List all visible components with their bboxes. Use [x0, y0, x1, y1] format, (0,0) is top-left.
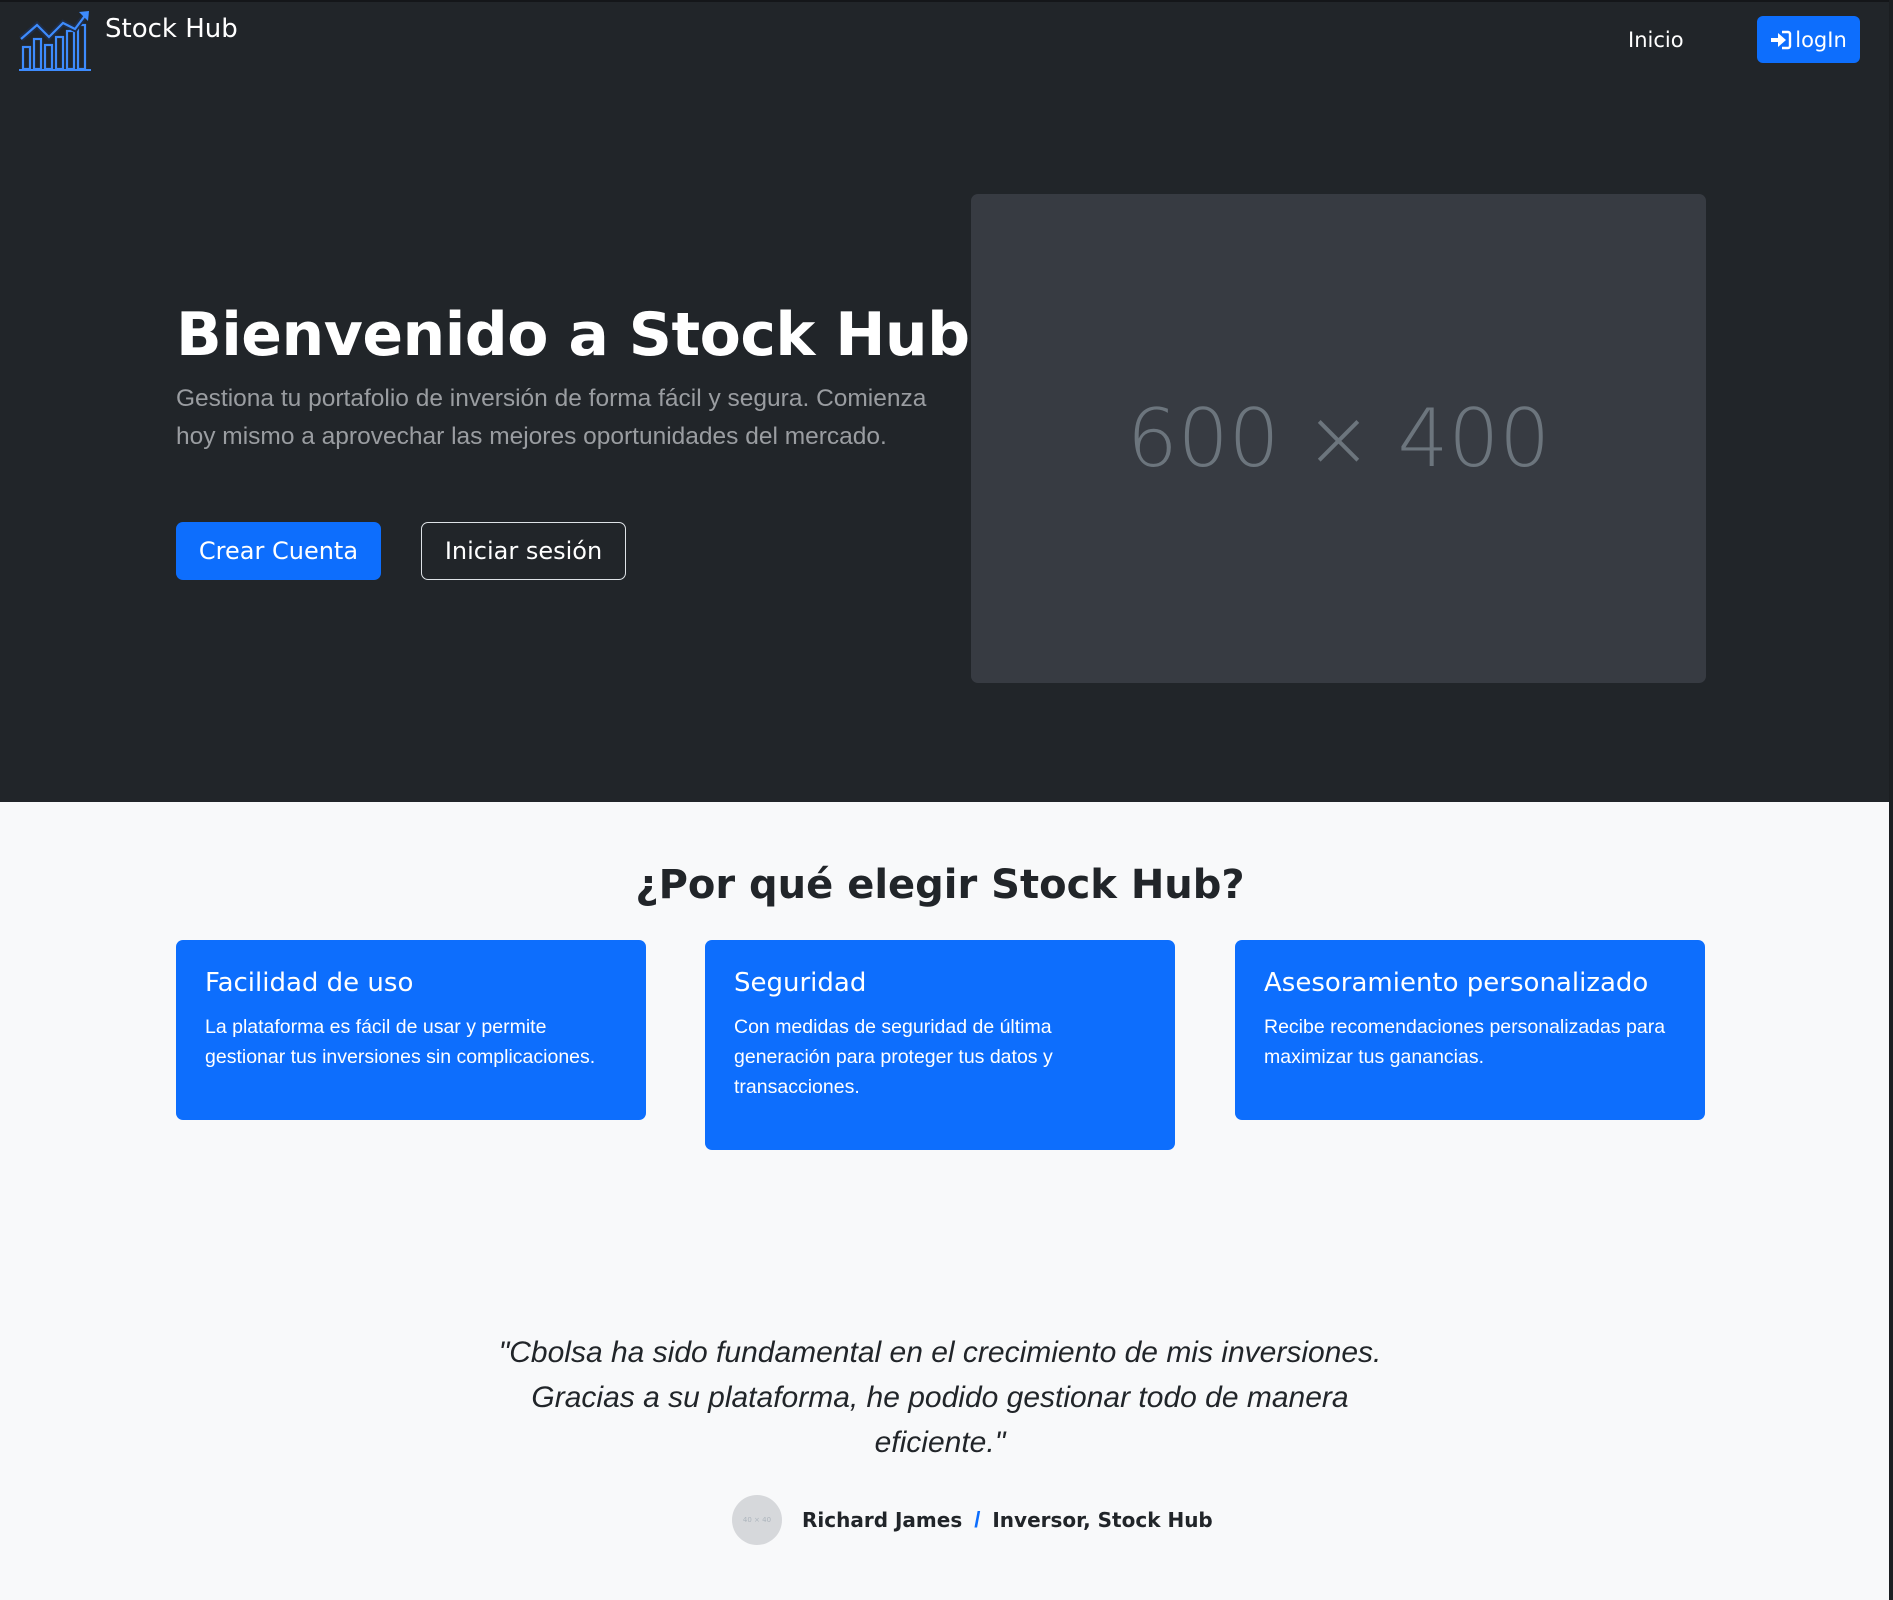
testimonial-author: 40 × 40 Richard James / Inversor, Stock … — [732, 1495, 1213, 1545]
hero-image-placeholder: 600 × 400 — [971, 194, 1706, 683]
feature-card-text: La plataforma es fácil de usar y permite… — [205, 1016, 596, 1068]
hero-section: Stock Hub Inicio logIn Bienvenido a Stoc… — [0, 0, 1889, 802]
author-name: Richard James — [802, 1508, 963, 1532]
hero-title: Bienvenido a Stock Hub — [176, 300, 970, 370]
avatar-placeholder-label: 40 × 40 — [742, 1516, 772, 1524]
window-edge — [1889, 0, 1893, 1600]
feature-card-security: Seguridad Con medidas de seguridad de úl… — [705, 940, 1175, 1150]
sign-in-icon — [1771, 30, 1792, 49]
create-account-button[interactable]: Crear Cuenta — [176, 522, 381, 580]
sign-in-button[interactable]: Iniciar sesión — [421, 522, 626, 580]
feature-card-title: Facilidad de uso — [205, 968, 414, 998]
features-section: ¿Por qué elegir Stock Hub? Facilidad de … — [0, 802, 1889, 1600]
features-title: ¿Por qué elegir Stock Hub? — [635, 862, 1245, 908]
feature-card-title: Seguridad — [734, 968, 867, 998]
stock-chart-logo-icon — [19, 9, 91, 73]
nav-link-inicio[interactable]: Inicio — [1628, 28, 1684, 52]
author-role: Inversor, Stock Hub — [992, 1508, 1213, 1532]
testimonial-quote: "Cbolsa ha sido fundamental en el crecim… — [498, 1336, 1382, 1459]
avatar: 40 × 40 — [732, 1495, 782, 1545]
feature-card-personal-advice: Asesoramiento personalizado Recibe recom… — [1235, 940, 1705, 1120]
placeholder-label: 600 × 400 — [1126, 392, 1551, 485]
feature-card-text: Recibe recomendaciones personalizadas pa… — [1264, 1016, 1666, 1068]
feature-card-title: Asesoramiento personalizado — [1264, 968, 1649, 998]
login-button[interactable]: logIn — [1757, 16, 1860, 63]
feature-card-ease-of-use: Facilidad de uso La plataforma es fácil … — [176, 940, 646, 1120]
author-separator: / — [974, 1507, 981, 1532]
login-label: logIn — [1795, 27, 1847, 52]
navbar-brand[interactable]: Stock Hub — [19, 9, 238, 73]
brand-name: Stock Hub — [105, 14, 238, 44]
hero-lead: Gestiona tu portafolio de inversión de f… — [176, 385, 927, 450]
feature-card-text: Con medidas de seguridad de última gener… — [734, 1016, 1053, 1098]
